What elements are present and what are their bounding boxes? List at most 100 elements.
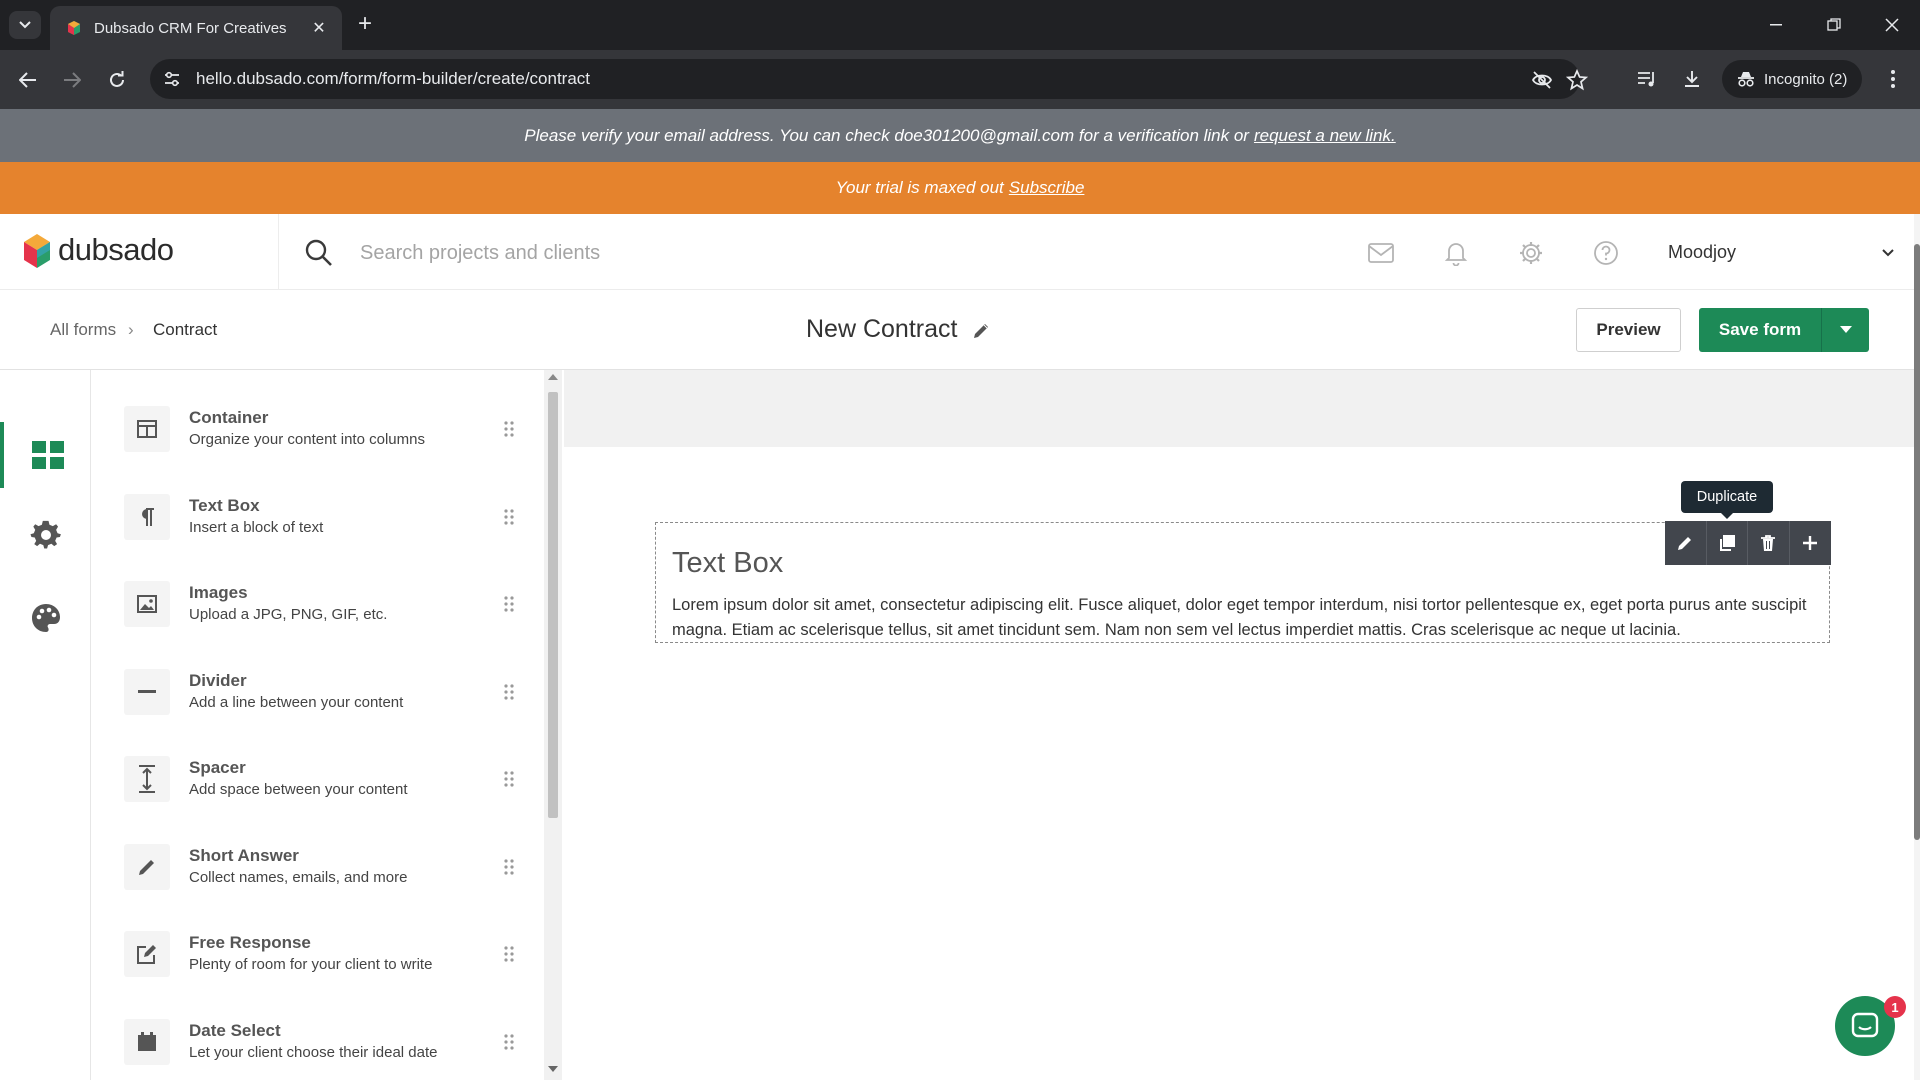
search-icon[interactable] — [304, 238, 334, 268]
form-title[interactable]: New Contract — [806, 315, 957, 344]
element-text-box[interactable]: Text Box Insert a block of text — [92, 483, 544, 571]
element-spacer[interactable]: Spacer Add space between your content — [92, 745, 544, 833]
star-icon[interactable] — [1566, 69, 1588, 91]
drag-handle-icon[interactable] — [502, 507, 516, 527]
address-bar[interactable]: hello.dubsado.com/form/form-builder/crea… — [150, 59, 1588, 99]
element-short-answer[interactable]: Short Answer Collect names, emails, and … — [92, 833, 544, 921]
download-button[interactable] — [1679, 66, 1705, 92]
inbox-button[interactable] — [1366, 238, 1396, 268]
drag-handle-icon[interactable] — [502, 857, 516, 877]
header-divider — [278, 214, 279, 290]
add-block-button[interactable] — [1790, 521, 1832, 565]
element-free-response[interactable]: Free Response Plenty of room for your cl… — [92, 920, 544, 1008]
image-icon-glyph — [137, 595, 157, 613]
request-new-link[interactable]: request a new link. — [1254, 126, 1396, 146]
save-options-dropdown[interactable] — [1821, 308, 1869, 352]
element-date-select[interactable]: Date Select Let your client choose their… — [92, 1008, 544, 1080]
drag-handle-icon[interactable] — [502, 682, 516, 702]
scroll-up-arrow-icon[interactable] — [548, 374, 558, 380]
close-window-button[interactable] — [1872, 10, 1912, 40]
paragraph-icon — [124, 494, 170, 540]
eye-off-icon[interactable] — [1531, 69, 1553, 91]
user-menu-chevron-icon[interactable] — [1878, 242, 1898, 262]
block-action-toolbar — [1665, 521, 1831, 565]
element-title: Container — [189, 408, 269, 427]
gear-icon — [1520, 242, 1542, 264]
element-container[interactable]: Container Organize your content into col… — [92, 395, 544, 483]
chat-icon — [1851, 1012, 1879, 1038]
restore-button[interactable] — [1814, 10, 1854, 40]
element-description: Insert a block of text — [189, 519, 324, 536]
search-input[interactable] — [360, 236, 980, 270]
arrow-right-icon — [64, 72, 81, 88]
drag-handle-icon[interactable] — [502, 1032, 516, 1052]
user-name[interactable]: Moodjoy — [1668, 242, 1736, 263]
builder-sidebar-rail — [0, 370, 91, 1080]
incognito-icon — [1738, 72, 1754, 87]
text-box-block[interactable]: Text Box Lorem ipsum dolor sit amet, con… — [655, 522, 1830, 643]
rail-theme-tab[interactable] — [0, 585, 91, 651]
queue-music-icon — [1638, 72, 1654, 87]
container-icon-glyph — [137, 420, 157, 438]
rail-settings-tab[interactable] — [0, 502, 91, 568]
text-box-heading: Text Box — [672, 547, 784, 579]
reload-button[interactable] — [102, 65, 132, 95]
dubsado-logo[interactable]: dubsado — [22, 230, 174, 270]
media-control-button[interactable] — [1634, 66, 1660, 92]
verify-email-text: Please verify your email address. You ca… — [524, 125, 1249, 145]
trial-text: Your trial is maxed out — [835, 178, 1004, 197]
notifications-button[interactable] — [1441, 238, 1471, 268]
spacer-icon — [124, 756, 170, 802]
element-title: Text Box — [189, 496, 260, 515]
help-circle-icon — [1594, 241, 1618, 265]
verify-email-banner: Please verify your email address. You ca… — [0, 109, 1920, 162]
new-tab-button[interactable]: + — [352, 12, 378, 38]
preview-button[interactable]: Preview — [1576, 308, 1681, 352]
rail-elements-tab[interactable] — [0, 422, 91, 488]
help-button[interactable] — [1591, 238, 1621, 268]
tab-title: Dubsado CRM For Creatives — [94, 19, 287, 37]
tab-search-button[interactable] — [9, 11, 41, 39]
element-images[interactable]: Images Upload a JPG, PNG, GIF, etc. — [92, 570, 544, 658]
caret-down-icon — [1839, 326, 1852, 333]
element-description: Collect names, emails, and more — [189, 869, 408, 886]
pencil-icon — [1678, 537, 1692, 550]
scrollbar-thumb[interactable] — [548, 392, 558, 818]
mail-icon — [1368, 243, 1394, 263]
drag-handle-icon[interactable] — [502, 594, 516, 614]
incognito-label: Incognito (2) — [1764, 70, 1848, 88]
back-button[interactable] — [13, 65, 43, 95]
subscribe-link[interactable]: Subscribe — [1009, 178, 1085, 198]
edit-box-icon — [124, 931, 170, 977]
edit-block-button[interactable] — [1665, 521, 1707, 565]
browser-menu-button[interactable] — [1880, 66, 1906, 92]
form-canvas: Text Box Lorem ipsum dolor sit amet, con… — [564, 370, 1914, 1080]
element-title: Images — [189, 583, 248, 602]
reload-icon — [110, 71, 124, 87]
settings-button[interactable] — [1516, 238, 1546, 268]
forward-button[interactable] — [57, 65, 87, 95]
bell-icon — [1444, 243, 1468, 266]
page-scrollbar[interactable] — [1914, 214, 1920, 1080]
drag-handle-icon[interactable] — [502, 769, 516, 789]
browser-tab[interactable]: Dubsado CRM For Creatives ✕ — [50, 6, 342, 50]
edit-title-pencil-icon[interactable] — [970, 320, 992, 342]
minimize-button[interactable] — [1756, 10, 1796, 40]
page-scrollbar-thumb[interactable] — [1914, 244, 1920, 840]
tab-close-icon[interactable]: ✕ — [308, 18, 330, 38]
scroll-down-arrow-icon[interactable] — [548, 1066, 558, 1072]
element-description: Plenty of room for your client to write — [189, 956, 433, 973]
duplicate-block-button[interactable] — [1707, 521, 1748, 565]
delete-block-button[interactable] — [1748, 521, 1790, 565]
elements-grid-icon — [31, 441, 64, 469]
drag-handle-icon[interactable] — [502, 419, 516, 439]
drag-handle-icon[interactable] — [502, 944, 516, 964]
incognito-indicator[interactable]: Incognito (2) — [1722, 60, 1862, 98]
elements-panel-scrollbar[interactable] — [544, 370, 562, 1080]
element-title: Date Select — [189, 1021, 281, 1040]
breadcrumb-all-forms[interactable]: All forms — [50, 320, 116, 340]
save-form-button[interactable]: Save form — [1699, 308, 1821, 352]
element-divider[interactable]: Divider Add a line between your content — [92, 658, 544, 746]
download-icon — [1685, 71, 1699, 87]
elements-panel: Container Organize your content into col… — [92, 370, 544, 1080]
